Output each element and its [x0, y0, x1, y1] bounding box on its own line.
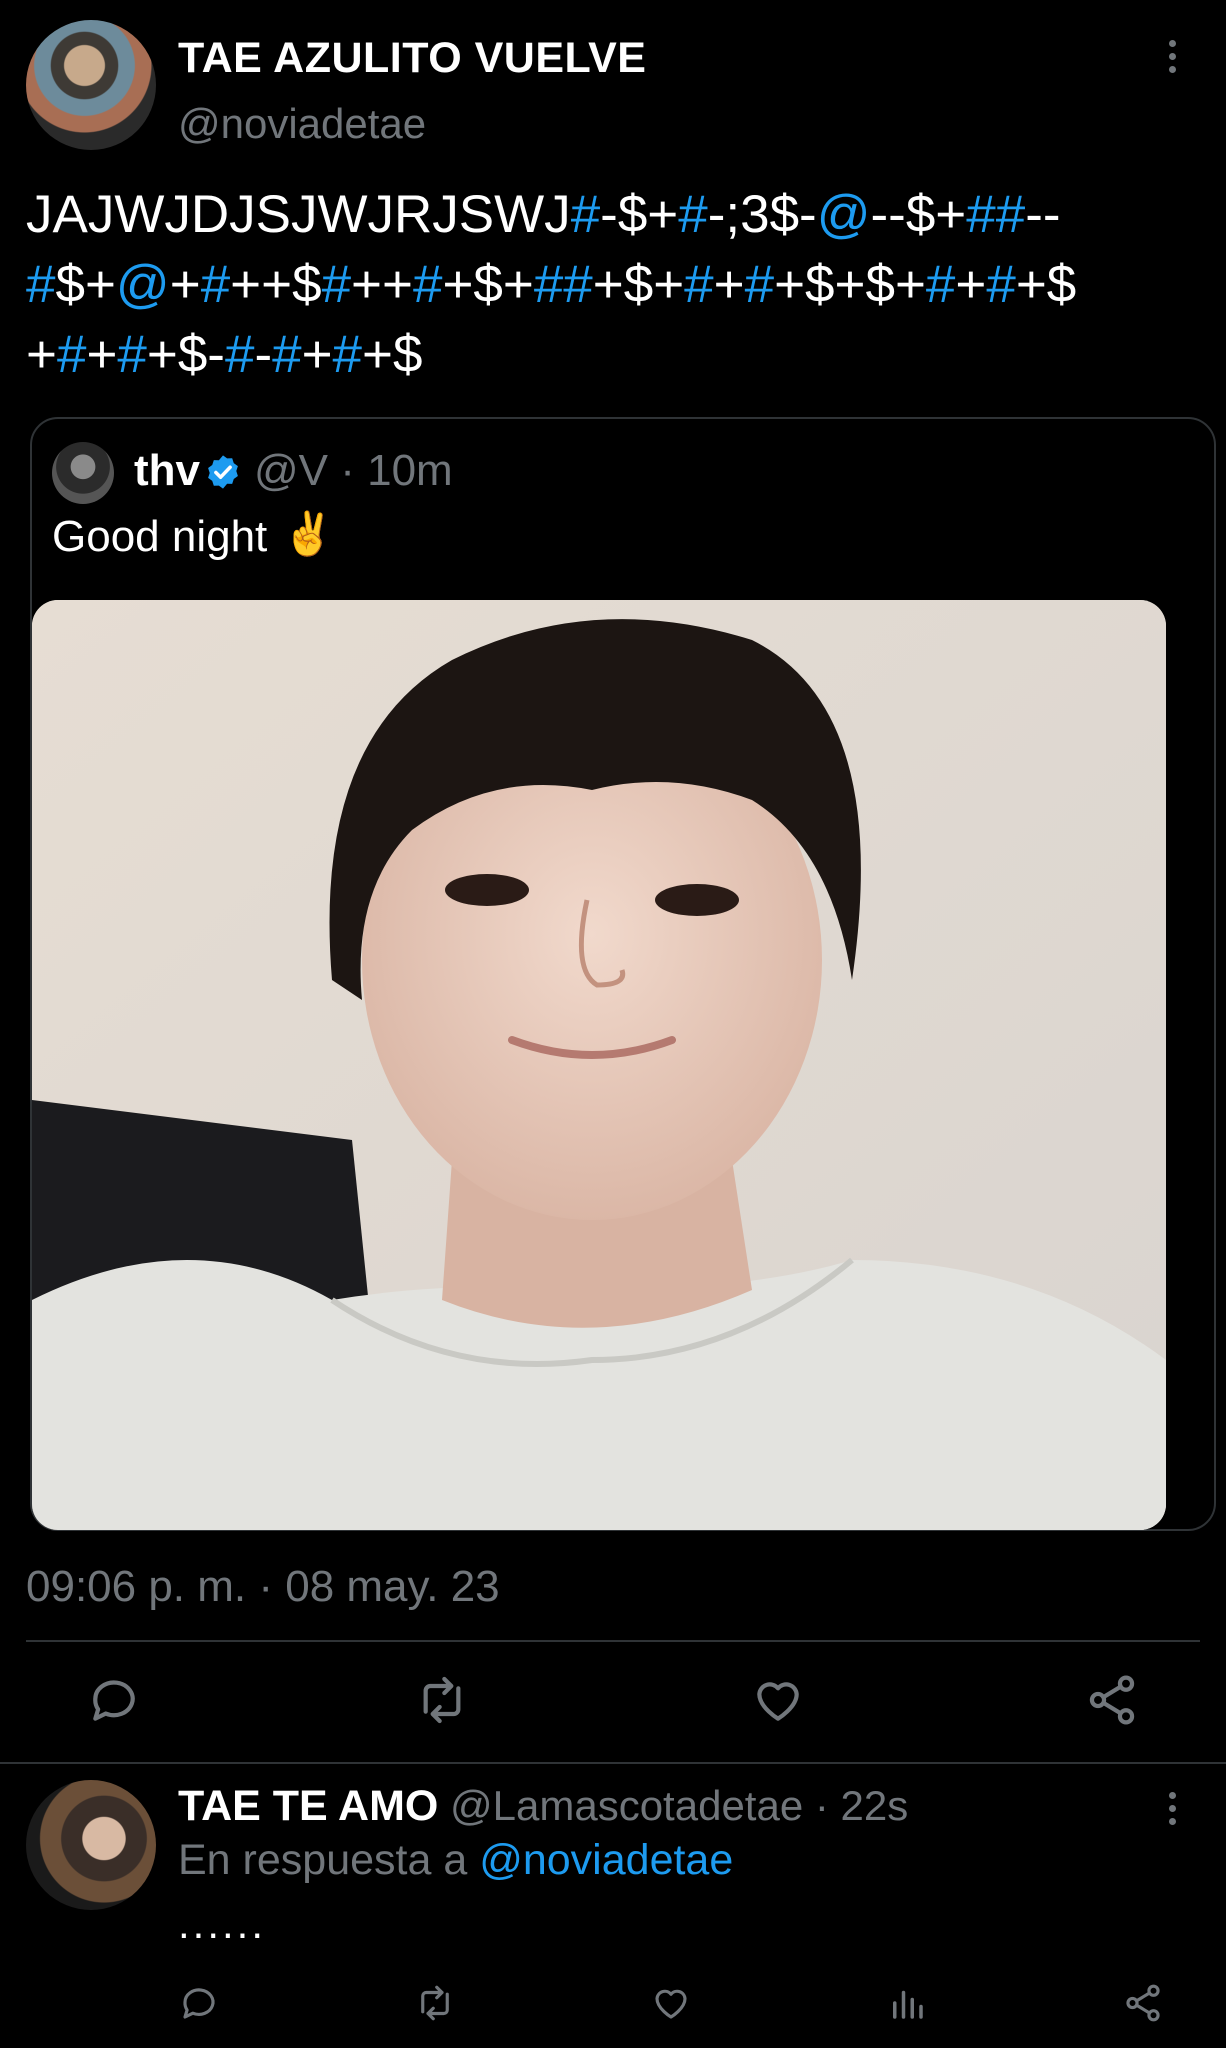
hashtag-link[interactable]: # [413, 255, 442, 314]
tweet-text-segment: +$- [146, 325, 225, 384]
author-handle[interactable]: @noviadetae [178, 100, 426, 148]
quoted-tweet-text: Good night [52, 512, 268, 561]
author-display-name[interactable]: TAE AZULITO VUELVE [178, 34, 646, 83]
tweet-text-segment: + [169, 255, 201, 314]
hashtag-link[interactable]: ## [534, 255, 593, 314]
hashtag-link[interactable]: # [684, 255, 713, 314]
tweet-text-segment: -;3$- [707, 185, 817, 244]
hashtag-link[interactable]: ## [966, 185, 1025, 244]
tweet-timestamp[interactable]: 09:06 p. m. · 08 may. 23 [26, 1562, 500, 1612]
tweet-text-segment: --$+ [870, 185, 967, 244]
divider [0, 1762, 1226, 1764]
hashtag-link[interactable]: # [926, 255, 955, 314]
more-options-icon[interactable] [1160, 1792, 1184, 1836]
hashtag-link[interactable]: # [201, 255, 230, 314]
tweet-text-segment: +$+ [442, 255, 534, 314]
like-icon[interactable] [650, 1982, 692, 2024]
tweet-text-segment: -- [1025, 185, 1061, 244]
tweet-text-segment: ++ [351, 255, 413, 314]
hashtag-link[interactable]: # [57, 325, 86, 384]
hashtag-link[interactable]: # [986, 255, 1015, 314]
quoted-author-name[interactable]: thv [134, 446, 200, 496]
reply-icon[interactable] [178, 1982, 220, 2024]
tweet-text-segment: + [301, 325, 333, 384]
retweet-icon[interactable] [414, 1982, 456, 2024]
quoted-tweet-photo[interactable] [32, 600, 1166, 1530]
tweet-text-segment: +$+$+ [774, 255, 926, 314]
reply-author-name[interactable]: TAE TE AMO [178, 1782, 438, 1831]
like-icon[interactable] [750, 1672, 806, 1728]
tweet-text-segment: +$ [362, 325, 423, 384]
share-icon[interactable] [1122, 1982, 1164, 2024]
reply-icon[interactable] [86, 1672, 142, 1728]
hashtag-link[interactable]: # [225, 325, 254, 384]
tweet-text-segment: + [955, 255, 987, 314]
tweet-text-segment: +$ [1015, 255, 1077, 314]
quoted-author-avatar[interactable] [52, 442, 114, 504]
victory-hand-icon: ✌ [282, 510, 335, 557]
tweet-text-segment: + [713, 255, 745, 314]
hashtag-link[interactable]: # [322, 255, 351, 314]
reply-handle-time[interactable]: @Lamascotadetae · 22s [450, 1782, 908, 1830]
tweet-text-segment: JAJWJDJSJWJRJSWJ [26, 185, 571, 244]
reply-author-avatar[interactable] [26, 1780, 156, 1910]
verified-badge-icon [208, 455, 238, 489]
tweet-text-segment: +$+ [592, 255, 685, 314]
author-avatar[interactable] [26, 20, 156, 150]
more-options-icon[interactable] [1160, 40, 1184, 84]
hashtag-link[interactable]: # [745, 255, 774, 314]
tweet-text-line: JAJWJDJSJWJRJSWJ#-$+#-;3$-@--$+##-- [26, 180, 1216, 250]
tweet-text-line: +#+#+$-#-#+#+$ [26, 320, 1216, 390]
reply-context: En respuesta a @noviadetae [178, 1836, 733, 1885]
hashtag-link[interactable]: # [117, 325, 146, 384]
reply-context-handle[interactable]: @noviadetae [479, 1836, 733, 1884]
tweet-text-segment: - [254, 325, 273, 384]
views-icon[interactable] [886, 1982, 928, 2024]
tweet-text-segment: -$+ [600, 185, 679, 244]
hashtag-link[interactable]: @ [817, 185, 871, 244]
hashtag-link[interactable]: @ [116, 255, 170, 314]
tweet-text-line: #$+@+#++$#++#+$+##+$+#+#+$+$+#+#+$ [26, 250, 1216, 320]
hashtag-link[interactable]: # [678, 185, 707, 244]
retweet-icon[interactable] [414, 1672, 470, 1728]
share-icon[interactable] [1084, 1672, 1140, 1728]
tweet-text: JAJWJDJSJWJRJSWJ#-$+#-;3$-@--$+##-- #$+@… [26, 180, 1216, 390]
hashtag-link[interactable]: # [272, 325, 301, 384]
tweet-text-segment: + [86, 325, 118, 384]
divider [26, 1640, 1200, 1642]
quoted-handle-time: @V · 10m [254, 446, 453, 495]
hashtag-link[interactable]: # [26, 255, 55, 314]
selfie-photo [32, 600, 1166, 1530]
tweet-text-segment: + [26, 325, 57, 384]
reply-text: ...... [178, 1900, 267, 1947]
reply-context-prefix: En respuesta a [178, 1836, 468, 1884]
hashtag-link[interactable]: # [333, 325, 362, 384]
hashtag-link[interactable]: # [571, 185, 600, 244]
tweet-text-segment: $+ [55, 255, 116, 314]
tweet-text-segment: ++$ [230, 255, 322, 314]
